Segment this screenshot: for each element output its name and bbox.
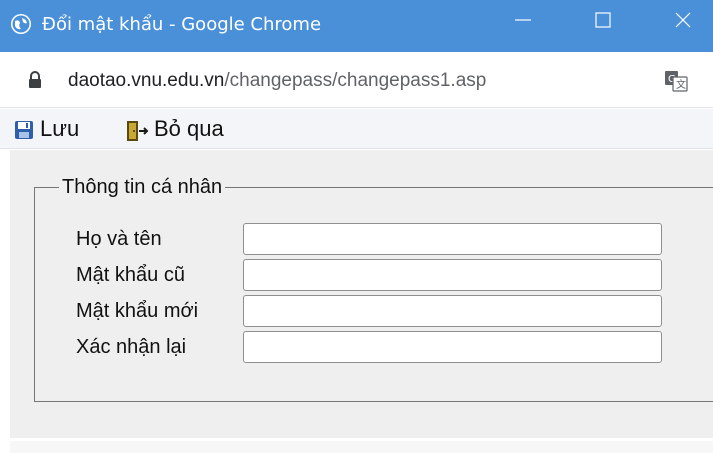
- page-toolbar: Lưu Bỏ qua: [0, 109, 713, 149]
- new-password-input[interactable]: [243, 295, 662, 327]
- save-button[interactable]: Lưu: [14, 115, 109, 143]
- exit-door-icon: [127, 121, 149, 141]
- skip-label: Bỏ qua: [154, 116, 224, 141]
- svg-text:文: 文: [676, 78, 686, 91]
- maximize-icon: [595, 12, 611, 28]
- browser-window: Đổi mật khẩu - Google Chrome daotao.vnu.…: [0, 0, 713, 453]
- window-title: Đổi mật khẩu - Google Chrome: [42, 14, 322, 35]
- url-text[interactable]: daotao.vnu.edu.vn/changepass/changepass1…: [68, 70, 486, 92]
- full-name-label: Họ và tên: [76, 228, 162, 250]
- maximize-button[interactable]: [575, 0, 631, 40]
- form-row-new-password: Mật khẩu mới: [10, 295, 713, 327]
- fieldset-legend: Thông tin cá nhân: [59, 175, 226, 199]
- address-bar[interactable]: daotao.vnu.edu.vn/changepass/changepass1…: [0, 52, 713, 108]
- close-button[interactable]: [655, 0, 711, 40]
- minimize-icon: [515, 19, 531, 21]
- url-domain: daotao.vnu.edu.vn: [68, 70, 225, 91]
- minimize-button[interactable]: [495, 0, 551, 40]
- new-password-label: Mật khẩu mới: [76, 300, 199, 322]
- form-row-full-name: Họ và tên: [10, 223, 713, 255]
- form-area: Thông tin cá nhân Họ và tên Mật khẩu cũ …: [10, 150, 713, 438]
- floppy-disk-icon: [15, 121, 33, 139]
- title-bar: Đổi mật khẩu - Google Chrome: [0, 0, 713, 52]
- old-password-label: Mật khẩu cũ: [76, 264, 185, 286]
- close-icon: [675, 12, 691, 28]
- confirm-password-label: Xác nhận lại: [76, 336, 187, 358]
- globe-icon: [11, 14, 31, 34]
- url-path: /changepass/changepass1.asp: [224, 70, 487, 91]
- bottom-divider: [10, 438, 713, 453]
- form-row-old-password: Mật khẩu cũ: [10, 259, 713, 291]
- form-row-confirm-password: Xác nhận lại: [10, 331, 713, 363]
- full-name-input[interactable]: [243, 223, 662, 255]
- old-password-input[interactable]: [243, 259, 662, 291]
- lock-icon[interactable]: [28, 71, 42, 89]
- save-label: Lưu: [40, 116, 80, 141]
- translate-icon[interactable]: G 文: [664, 70, 688, 92]
- skip-button[interactable]: Bỏ qua: [126, 115, 266, 143]
- confirm-password-input[interactable]: [243, 331, 662, 363]
